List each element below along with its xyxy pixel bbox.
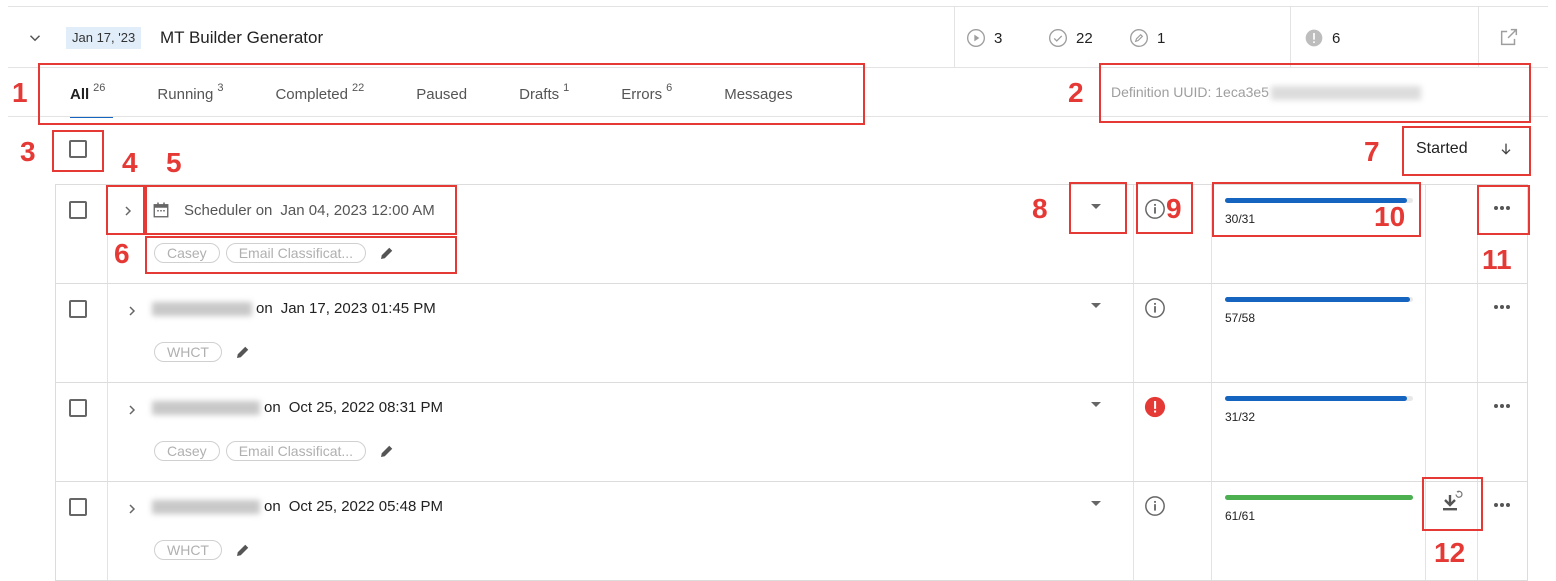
paused-stat: 1 [1129,27,1165,49]
callout-box [106,185,145,235]
error-status-icon[interactable] [1144,396,1166,418]
callout-number: 12 [1434,537,1466,568]
tag-list: Casey Email Classificat... [154,441,396,461]
progress-fill [1225,396,1408,401]
progress-text: 61/61 [1225,509,1256,523]
more-options-icon[interactable] [1492,403,1512,409]
caret-down-icon[interactable] [1090,500,1102,508]
run-date: Oct 25, 2022 08:31 PM [288,399,443,416]
pencil-icon[interactable] [234,343,252,361]
completed-stat: 22 [1048,27,1093,49]
callout-box [52,130,104,172]
tag-chip: Casey [154,441,220,461]
run-date: Jan 17, 2023 01:45 PM [280,300,436,317]
run-title: on Jan 17, 2023 01:45 PM [152,300,436,317]
callout-number: 6 [114,238,130,269]
caret-down-icon[interactable] [1090,401,1102,409]
callout-number: 9 [1166,193,1182,224]
chevron-down-icon[interactable] [26,29,44,47]
callout-box [145,236,457,274]
chevron-right-icon[interactable] [124,303,140,319]
progress-indicator: 61/61 [1225,495,1413,523]
callout-number: 4 [122,147,138,178]
divider [954,7,955,68]
redacted-user [152,400,260,415]
open-external-icon[interactable] [1498,26,1520,48]
callout-number: 5 [166,147,182,178]
row-checkbox[interactable] [69,300,87,318]
divider [1478,7,1479,68]
more-options-icon[interactable] [1492,502,1512,508]
workflow-title: MT Builder Generator [160,28,324,47]
callout-box [1422,477,1483,531]
paused-count: 1 [1157,29,1166,47]
tag-list: WHCT [154,540,252,560]
progress-bar [1225,396,1413,401]
callout-number: 7 [1364,136,1380,167]
callout-number: 3 [20,136,36,167]
running-stat: 3 [966,27,1002,49]
pencil-icon[interactable] [234,541,252,559]
running-count: 3 [994,29,1003,47]
tag-list: WHCT [154,342,252,362]
callout-number: 1 [12,77,28,108]
progress-bar [1225,297,1413,302]
callout-number: 11 [1482,244,1512,275]
progress-bar [1225,495,1413,500]
tag-chip: WHCT [154,540,222,560]
run-title: on Oct 25, 2022 08:31 PM [152,399,443,416]
run-date: Oct 25, 2022 05:48 PM [288,498,443,515]
completed-count: 22 [1076,29,1093,47]
tag-chip: WHCT [154,342,222,362]
row-checkbox[interactable] [69,399,87,417]
callout-box [1136,182,1193,234]
table-row: on Oct 25, 2022 08:31 PM Casey Email Clas… [56,383,1527,482]
progress-text: 31/32 [1225,410,1256,424]
callout-box [38,63,865,125]
redacted-user [152,301,252,316]
more-options-icon[interactable] [1492,304,1512,310]
progress-text: 57/58 [1225,311,1256,325]
divider [1290,7,1291,68]
callout-box [1099,63,1531,123]
date-chip: Jan 17, '23 [66,27,142,49]
callout-number: 2 [1068,77,1084,108]
progress-indicator: 57/58 [1225,297,1413,325]
pencil-icon[interactable] [378,442,396,460]
table-row: on Oct 25, 2022 05:48 PM WHCT 61/61 [56,482,1527,581]
callout-box [145,185,457,235]
caret-down-icon[interactable] [1090,302,1102,310]
chevron-right-icon[interactable] [124,402,140,418]
callout-box [1069,182,1127,234]
callout-box [1477,185,1530,235]
chevron-right-icon[interactable] [124,501,140,517]
callout-number: 10 [1374,201,1406,232]
redacted-user [152,499,260,514]
tag-chip: Email Classificat... [225,441,367,461]
check-circle-icon [1049,29,1067,47]
info-icon[interactable] [1144,495,1166,517]
run-title: on Oct 25, 2022 05:48 PM [152,498,443,515]
error-circle-icon [1305,29,1323,47]
edit-circle-icon [1130,29,1148,47]
progress-indicator: 31/32 [1225,396,1413,424]
table-row: on Jan 17, 2023 01:45 PM WHCT 57/58 [56,284,1527,383]
error-count: 6 [1332,29,1341,47]
run-header: Jan 17, '23 MT Builder Generator 3 22 1 … [8,6,1548,68]
progress-fill [1225,297,1410,302]
info-icon[interactable] [1144,297,1166,319]
progress-fill [1225,495,1413,500]
callout-box [1402,126,1531,176]
callout-number: 8 [1032,193,1048,224]
row-checkbox[interactable] [69,498,87,516]
play-circle-icon [967,29,985,47]
error-stat: 6 [1304,27,1340,49]
row-checkbox[interactable] [69,201,87,219]
